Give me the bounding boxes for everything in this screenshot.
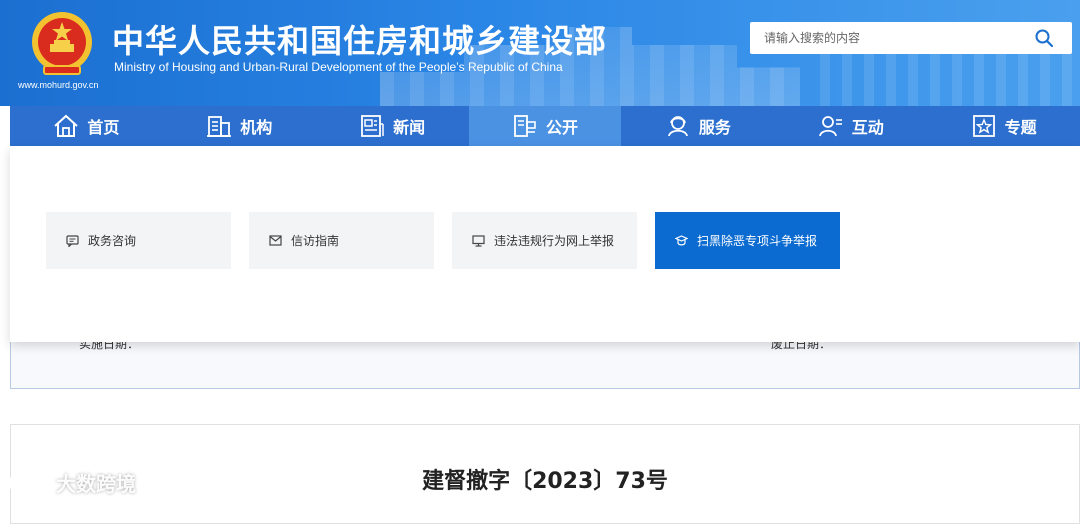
site-url[interactable]: www.mohurd.gov.cn (18, 80, 98, 90)
dropdown-item-anti-crime-report[interactable]: 扫黑除恶专项斗争举报 (655, 212, 840, 269)
watermark-logo-icon (8, 472, 51, 493)
watermark: 大数跨境 (8, 468, 136, 497)
shield-icon (675, 234, 688, 245)
dropdown-item-label: 扫黑除恶专项斗争举报 (697, 234, 818, 248)
service-icon (667, 116, 688, 137)
dropdown-item-consultation[interactable]: 政务咨询 (46, 212, 231, 269)
nav-item-interaction[interactable]: 互动 (774, 106, 927, 146)
news-icon (361, 115, 384, 137)
dropdown-item-label: 政务咨询 (88, 234, 137, 248)
nav-label: 互动 (851, 118, 884, 137)
dropdown-item-label: 信访指南 (291, 234, 340, 248)
building-icon (207, 116, 232, 137)
search-box (750, 22, 1072, 54)
nav-item-home[interactable]: 首页 (10, 106, 163, 146)
nav-label: 首页 (87, 118, 120, 137)
nav-item-service[interactable]: 服务 (621, 106, 774, 146)
nav-item-disclosure[interactable]: 公开 (468, 106, 622, 146)
home-icon (54, 114, 79, 137)
nav-item-topic[interactable]: 专题 (927, 106, 1080, 146)
topic-icon (972, 115, 995, 137)
search-input[interactable] (750, 23, 1020, 53)
monitor-icon (472, 234, 485, 247)
nav-label: 新闻 (393, 118, 426, 137)
interaction-icon (818, 116, 842, 137)
disclosure-dropdown-menu: 政务咨询 信访指南 违法违规行为网上举报 扫黑除恶专项斗争举报 (10, 146, 1080, 342)
watermark-text: 大数跨境 (56, 472, 136, 496)
nav-item-organization[interactable]: 机构 (163, 106, 316, 146)
dropdown-item-petition-guide[interactable]: 信访指南 (249, 212, 434, 269)
main-nav: 首页 机构 新闻 公开 服务 互动 专题 (10, 106, 1080, 146)
header-building-decoration-right (820, 50, 1080, 106)
site-subtitle: Ministry of Housing and Urban-Rural Deve… (114, 60, 563, 74)
mail-icon (269, 235, 282, 246)
document-number: 建督撤字〔2023〕73号 (422, 469, 668, 494)
document-panel: 建督撤字〔2023〕73号 (10, 424, 1080, 524)
national-emblem-icon[interactable] (30, 10, 94, 78)
disclosure-icon (514, 115, 536, 137)
site-title: 中华人民共和国住房和城乡建设部 (112, 22, 608, 60)
dropdown-item-label: 违法违规行为网上举报 (494, 234, 615, 248)
dropdown-item-violation-report[interactable]: 违法违规行为网上举报 (452, 212, 637, 269)
nav-label: 服务 (698, 118, 731, 137)
nav-item-news[interactable]: 新闻 (316, 106, 469, 146)
nav-label: 专题 (1004, 118, 1037, 137)
site-header: 中华人民共和国住房和城乡建设部 Ministry of Housing and … (0, 0, 1080, 106)
chat-icon (66, 234, 79, 247)
search-icon[interactable] (1034, 28, 1054, 48)
nav-label: 机构 (240, 118, 273, 137)
nav-label: 公开 (546, 118, 579, 137)
